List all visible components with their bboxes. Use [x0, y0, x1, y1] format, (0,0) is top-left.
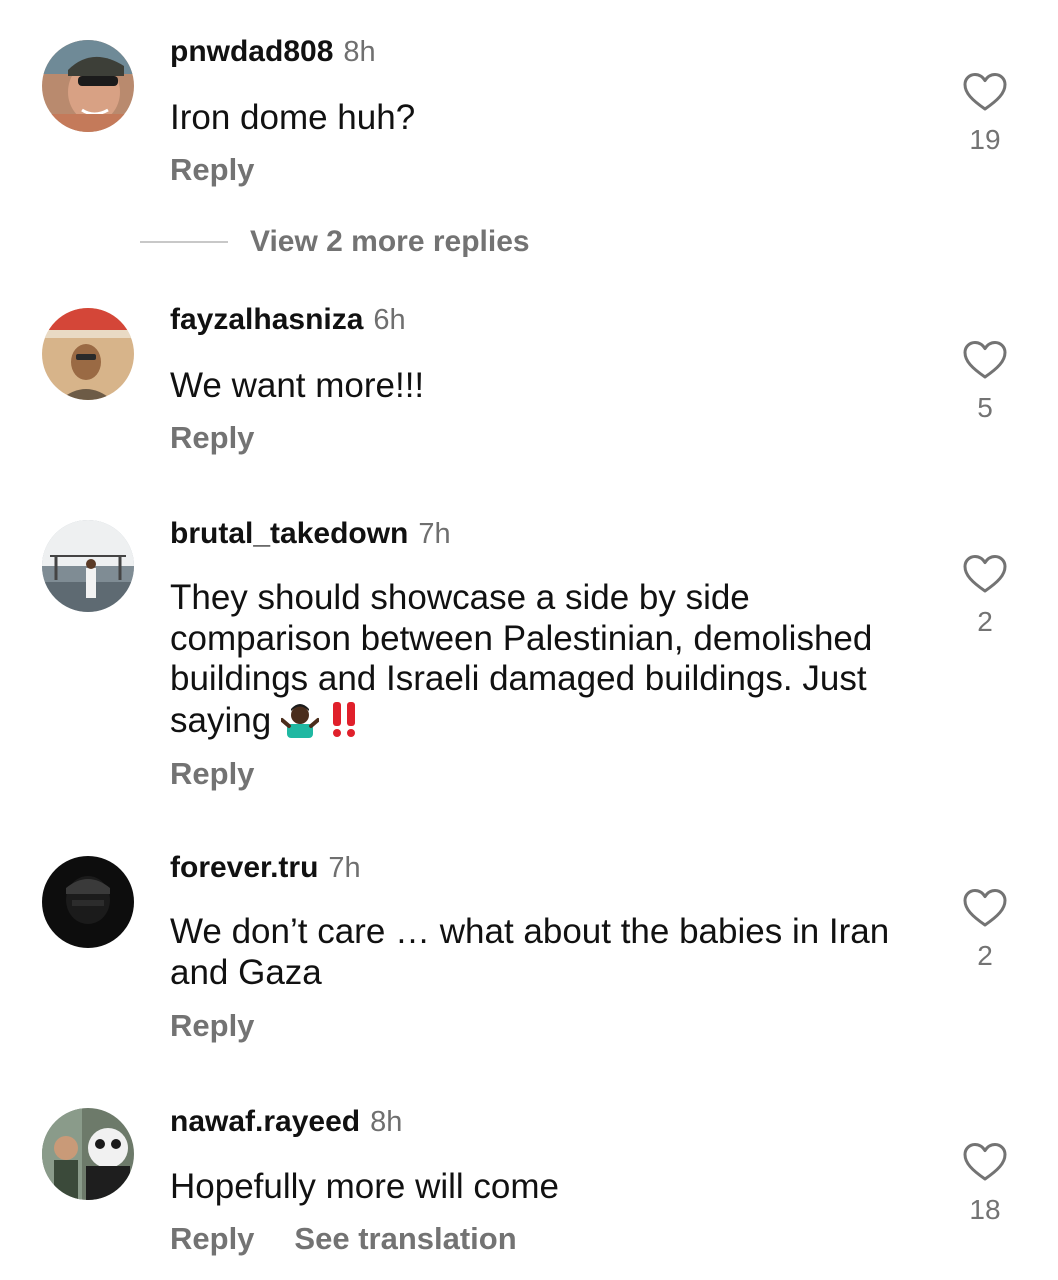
comment-meta: brutal_takedown 7h: [170, 516, 451, 552]
timestamp: 6h: [373, 304, 406, 336]
person-shrugging-emoji: [279, 700, 320, 748]
avatar[interactable]: [42, 520, 134, 612]
avatar[interactable]: [42, 856, 134, 948]
username[interactable]: brutal_takedown: [170, 517, 408, 550]
like-count: 2: [977, 940, 993, 971]
see-translation-button[interactable]: See translation: [294, 1221, 516, 1256]
avatar[interactable]: [42, 1108, 134, 1200]
heart-outline-icon[interactable]: [960, 1142, 1010, 1182]
thread-divider: [140, 241, 228, 243]
timestamp: 8h: [370, 1106, 403, 1138]
comment-meta: nawaf.rayeed 8h: [170, 1104, 402, 1140]
reply-button[interactable]: Reply: [170, 756, 254, 791]
comment-meta: forever.tru 7h: [170, 850, 361, 886]
comment-text: We want more!!!: [170, 366, 425, 405]
heart-outline-icon[interactable]: [960, 340, 1010, 380]
like-control: 18: [960, 1142, 1010, 1226]
like-control: 19: [960, 72, 1010, 156]
reply-button[interactable]: Reply: [170, 1008, 254, 1043]
comment-text-body: They should showcase a side by side comp…: [170, 578, 873, 740]
like-count: 5: [977, 392, 993, 423]
reply-button[interactable]: Reply: [170, 1221, 254, 1256]
comment-text: Hopefully more will come: [170, 1167, 560, 1206]
timestamp: 8h: [343, 36, 376, 68]
comment-meta: fayzalhasniza 6h: [170, 302, 406, 338]
like-count: 18: [969, 1194, 1001, 1225]
like-control: 2: [960, 554, 1010, 638]
comment-actions: Reply: [170, 152, 254, 188]
view-more-replies-label[interactable]: View 2 more replies: [250, 225, 530, 259]
username[interactable]: fayzalhasniza: [170, 303, 363, 336]
comment-actions: Reply: [170, 1008, 254, 1044]
heart-outline-icon[interactable]: [960, 554, 1010, 594]
view-more-replies[interactable]: View 2 more replies: [140, 222, 530, 262]
like-control: 2: [960, 888, 1010, 972]
avatar[interactable]: [42, 308, 134, 400]
comment-text: Iron dome huh?: [170, 98, 416, 137]
comment-text: We don’t care … what about the babies in…: [170, 912, 890, 992]
comment-meta: pnwdad808 8h: [170, 34, 376, 70]
username[interactable]: pnwdad808: [170, 35, 333, 68]
comment-actions: Reply: [170, 756, 254, 792]
comment-text: They should showcase a side by side comp…: [170, 578, 910, 747]
comment-actions: Reply: [170, 420, 254, 456]
username[interactable]: forever.tru: [170, 851, 318, 884]
timestamp: 7h: [418, 518, 451, 550]
double-exclamation-emoji: [329, 700, 359, 748]
comment-actions: Reply See translation: [170, 1221, 517, 1257]
timestamp: 7h: [328, 852, 361, 884]
heart-outline-icon[interactable]: [960, 888, 1010, 928]
avatar[interactable]: [42, 40, 134, 132]
reply-button[interactable]: Reply: [170, 420, 254, 455]
like-control: 5: [960, 340, 1010, 424]
username[interactable]: nawaf.rayeed: [170, 1105, 360, 1138]
like-count: 2: [977, 606, 993, 637]
heart-outline-icon[interactable]: [960, 72, 1010, 112]
reply-button[interactable]: Reply: [170, 152, 254, 187]
like-count: 19: [969, 124, 1001, 155]
